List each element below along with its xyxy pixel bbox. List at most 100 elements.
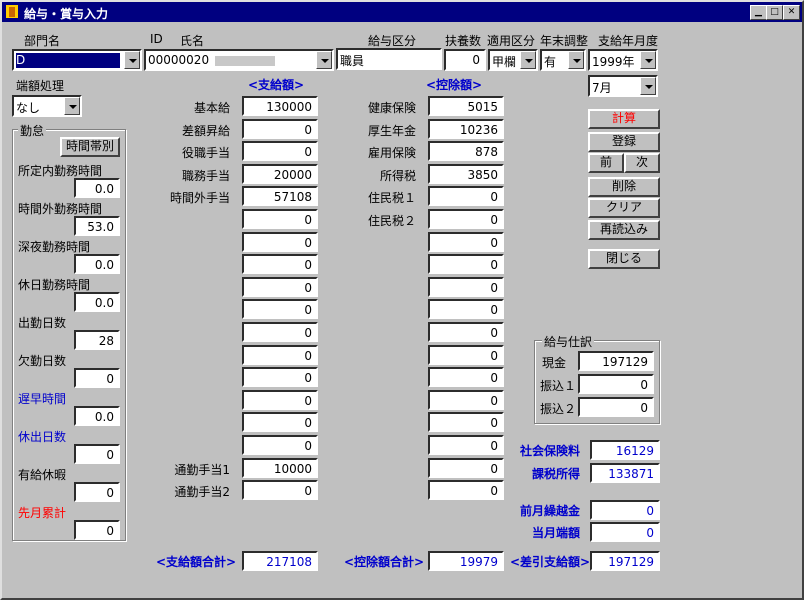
deductions-total-label: <控除額合計>	[344, 555, 425, 569]
employee-name-redacted	[214, 55, 275, 66]
payment-field[interactable]: 0	[242, 119, 318, 139]
carry-field: 0	[590, 500, 660, 520]
nenmatsu-select[interactable]: 有	[540, 49, 586, 71]
attendance-field[interactable]: 0	[74, 482, 120, 502]
deductions-header: <控除額>	[426, 78, 483, 92]
payment-field[interactable]: 0	[242, 232, 318, 252]
deduction-label: 厚生年金	[367, 124, 416, 138]
social-label: 社会保険料	[520, 444, 581, 458]
chevron-down-icon[interactable]	[640, 51, 656, 69]
deduction-field[interactable]: 0	[428, 209, 504, 229]
chevron-down-icon[interactable]	[568, 51, 584, 69]
payment-field[interactable]: 0	[242, 412, 318, 432]
payment-field[interactable]: 0	[242, 277, 318, 297]
payment-field[interactable]: 0	[242, 141, 318, 161]
deduction-field[interactable]: 0	[428, 232, 504, 252]
register-button[interactable]: 登録	[588, 132, 660, 152]
minimize-button[interactable]: ▁	[750, 5, 767, 20]
chevron-down-icon[interactable]	[316, 51, 332, 69]
reload-button[interactable]: 再読込み	[588, 220, 660, 240]
deduction-field[interactable]: 0	[428, 186, 504, 206]
net-field: 197129	[590, 551, 660, 571]
deduction-field[interactable]: 878	[428, 141, 504, 161]
payment-label: 基本給	[193, 101, 230, 115]
clear-button[interactable]: クリア	[588, 198, 660, 218]
tekiyo-label: 適用区分	[487, 34, 536, 48]
chevron-down-icon[interactable]	[124, 51, 140, 69]
deduction-field[interactable]: 0	[428, 322, 504, 342]
payment-field[interactable]: 0	[242, 367, 318, 387]
deduction-field[interactable]: 3850	[428, 164, 504, 184]
prev-button[interactable]: 前	[588, 153, 624, 173]
chevron-down-icon[interactable]	[520, 51, 536, 69]
deduction-field[interactable]: 5015	[428, 96, 504, 116]
deduction-field[interactable]: 0	[428, 367, 504, 387]
kubun-field[interactable]: 職員	[336, 48, 442, 70]
attendance-field[interactable]: 0	[74, 520, 120, 540]
deduction-field[interactable]: 10236	[428, 119, 504, 139]
payment-field[interactable]: 20000	[242, 164, 318, 184]
rounding-select[interactable]: なし	[12, 95, 82, 117]
hourly-button[interactable]: 時間帯別	[60, 137, 120, 157]
breakdown-title: 給与仕訳	[542, 333, 595, 350]
payment-field[interactable]: 130000	[242, 96, 318, 116]
payment-field[interactable]: 0	[242, 480, 318, 500]
maximize-button[interactable]: □	[766, 5, 783, 20]
calc-button[interactable]: 計算	[588, 109, 660, 129]
deduction-field[interactable]: 0	[428, 254, 504, 274]
name-label: 氏名	[180, 34, 205, 48]
deduction-field[interactable]: 0	[428, 480, 504, 500]
transfer1-field[interactable]: 0	[578, 374, 654, 394]
attendance-label: 休出日数	[18, 430, 67, 444]
month-end-label: 当月端額	[532, 526, 581, 540]
dept-select[interactable]: D	[12, 49, 142, 71]
attendance-field[interactable]: 28	[74, 330, 120, 350]
employee-select[interactable]: 00000020	[144, 49, 334, 71]
attendance-field[interactable]: 0	[74, 368, 120, 388]
deduction-field[interactable]: 0	[428, 390, 504, 410]
deduction-field[interactable]: 0	[428, 277, 504, 297]
chevron-down-icon[interactable]	[64, 97, 80, 115]
close-window-button[interactable]: ✕	[783, 5, 800, 20]
attendance-field[interactable]: 0.0	[74, 254, 120, 274]
next-button[interactable]: 次	[624, 153, 660, 173]
payment-field[interactable]: 0	[242, 390, 318, 410]
fuyo-label: 扶養数	[445, 34, 482, 48]
payment-field[interactable]: 10000	[242, 458, 318, 478]
attendance-field[interactable]: 53.0	[74, 216, 120, 236]
window-title: 給与・賞与入力	[24, 7, 109, 21]
nenmatsu-select-value: 有	[544, 55, 557, 69]
attendance-field[interactable]: 0.0	[74, 178, 120, 198]
fuyo-field[interactable]: 0	[444, 49, 486, 71]
cash-field[interactable]: 197129	[578, 351, 654, 371]
payment-label: 差額昇給	[181, 124, 230, 138]
nengetsu-label: 支給年月度	[598, 34, 659, 48]
chevron-down-icon[interactable]	[640, 77, 656, 95]
deduction-field[interactable]: 0	[428, 458, 504, 478]
payment-field[interactable]: 0	[242, 254, 318, 274]
delete-button[interactable]: 削除	[588, 177, 660, 197]
payment-field[interactable]: 0	[242, 299, 318, 319]
transfer2-field[interactable]: 0	[578, 397, 654, 417]
social-field: 16129	[590, 440, 660, 460]
payment-field[interactable]: 57108	[242, 186, 318, 206]
year-select[interactable]: 1999年	[588, 49, 658, 71]
attendance-field[interactable]: 0.0	[74, 406, 120, 426]
attendance-field[interactable]: 0	[74, 444, 120, 464]
payment-commute-label: 通勤手当2	[174, 485, 230, 499]
deduction-field[interactable]: 0	[428, 412, 504, 432]
close-button[interactable]: 閉じる	[588, 249, 660, 269]
deduction-field[interactable]: 0	[428, 435, 504, 455]
payment-field[interactable]: 0	[242, 209, 318, 229]
tekiyo-select[interactable]: 甲欄	[488, 49, 538, 71]
month-end-field: 0	[590, 522, 660, 542]
month-select[interactable]: 7月	[588, 75, 658, 97]
payment-field[interactable]: 0	[242, 322, 318, 342]
deduction-field[interactable]: 0	[428, 345, 504, 365]
payment-field[interactable]: 0	[242, 435, 318, 455]
attendance-field[interactable]: 0.0	[74, 292, 120, 312]
attendance-label: 先月累計	[18, 506, 67, 520]
payment-field[interactable]: 0	[242, 345, 318, 365]
deduction-field[interactable]: 0	[428, 299, 504, 319]
cash-label: 現金	[542, 356, 567, 370]
